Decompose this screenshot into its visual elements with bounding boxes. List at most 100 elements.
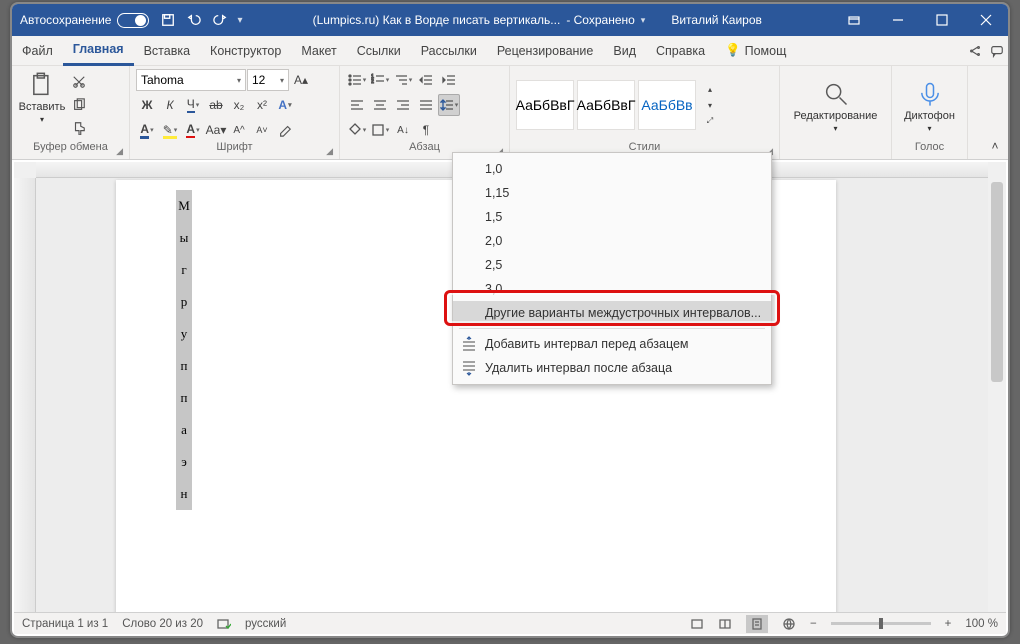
styles-down-icon[interactable]: ▾ [699, 97, 721, 113]
tab-references[interactable]: Ссылки [347, 36, 411, 66]
shrink-font-icon[interactable]: A˅ [251, 119, 273, 141]
numbering-icon[interactable]: 12 [369, 69, 391, 91]
style-normal[interactable]: АаБбВвГ [516, 80, 574, 130]
copy-icon[interactable] [68, 94, 90, 116]
ls-option-more[interactable]: Другие варианты междустрочных интервалов… [453, 301, 771, 325]
highlight-icon[interactable]: ✎ [159, 119, 181, 141]
collapse-ribbon-icon[interactable]: ˄ [984, 135, 1006, 157]
font-fill-icon[interactable]: A [182, 119, 204, 141]
format-painter-icon[interactable] [68, 117, 90, 139]
tab-layout[interactable]: Макет [291, 36, 346, 66]
clipboard-launcher-icon[interactable]: ◢ [116, 146, 123, 157]
multilevel-icon[interactable] [392, 69, 414, 91]
title-dropdown-icon[interactable]: ▾ [641, 15, 646, 26]
zoom-slider[interactable] [831, 622, 931, 625]
tab-insert[interactable]: Вставка [134, 36, 200, 66]
maximize-button[interactable] [920, 4, 964, 36]
cut-icon[interactable] [68, 71, 90, 93]
read-mode-icon[interactable] [718, 617, 732, 631]
qat-overflow-icon[interactable]: ▾ [237, 15, 242, 26]
language-indicator[interactable]: русский [245, 618, 286, 630]
page-indicator[interactable]: Страница 1 из 1 [22, 618, 108, 630]
ls-option-1_15[interactable]: 1,15 [453, 181, 771, 205]
zoom-out-button[interactable]: − [810, 618, 817, 630]
close-button[interactable] [964, 4, 1008, 36]
styles-more-icon[interactable]: ⤢ [699, 113, 721, 129]
spellcheck-icon[interactable] [217, 617, 231, 631]
tab-view[interactable]: Вид [603, 36, 646, 66]
increase-font-icon[interactable]: A▴ [290, 69, 312, 91]
ls-option-2_5[interactable]: 2,5 [453, 253, 771, 277]
change-case-icon[interactable]: Aa▾ [205, 119, 227, 141]
strike-button[interactable]: ab [205, 94, 227, 116]
font-family-select[interactable]: Tahoma▾ [136, 69, 246, 91]
print-layout-icon[interactable] [746, 615, 768, 633]
justify-icon[interactable] [415, 94, 437, 116]
bold-button[interactable]: Ж [136, 94, 158, 116]
word-count[interactable]: Слово 20 из 20 [122, 618, 203, 630]
font-size-select[interactable]: 12▾ [247, 69, 289, 91]
minimize-button[interactable] [876, 4, 920, 36]
vertical-scrollbar[interactable] [988, 178, 1006, 612]
share-icon[interactable] [964, 40, 986, 62]
style-heading[interactable]: АаБбВв [638, 80, 696, 130]
find-button[interactable]: Редактирование ▾ [786, 78, 886, 133]
sort-icon[interactable]: A↓ [392, 119, 414, 141]
grow-font-icon[interactable]: A^ [228, 119, 250, 141]
italic-button[interactable]: К [159, 94, 181, 116]
clear-format-icon[interactable] [274, 119, 296, 141]
align-left-icon[interactable] [346, 94, 368, 116]
superscript-button[interactable]: x² [251, 94, 273, 116]
scroll-thumb[interactable] [991, 182, 1003, 382]
undo-icon[interactable] [181, 4, 207, 36]
tab-help[interactable]: Справка [646, 36, 715, 66]
ls-add-before[interactable]: Добавить интервал перед абзацем [453, 332, 771, 356]
redo-icon[interactable] [207, 4, 233, 36]
svg-text:2: 2 [371, 79, 374, 85]
tab-mailings[interactable]: Рассылки [411, 36, 487, 66]
show-marks-icon[interactable]: ¶ [415, 119, 437, 141]
zoom-in-button[interactable]: + [945, 618, 952, 630]
tab-home[interactable]: Главная [63, 36, 134, 66]
styles-up-icon[interactable]: ▴ [699, 81, 721, 97]
align-right-icon[interactable] [392, 94, 414, 116]
align-center-icon[interactable] [369, 94, 391, 116]
tab-review[interactable]: Рецензирование [487, 36, 604, 66]
ls-remove-after[interactable]: Удалить интервал после абзаца [453, 356, 771, 380]
tab-file[interactable]: Файл [12, 36, 63, 66]
tell-me[interactable]: 💡Помощ [715, 36, 796, 66]
font-launcher-icon[interactable]: ◢ [326, 146, 333, 157]
subscript-button[interactable]: x₂ [228, 94, 250, 116]
underline-button[interactable]: Ч [182, 94, 204, 116]
ribbon-display-icon[interactable] [832, 4, 876, 36]
tab-design[interactable]: Конструктор [200, 36, 291, 66]
zoom-level[interactable]: 100 % [965, 618, 998, 630]
text-effects-icon[interactable]: A [274, 94, 296, 116]
focus-mode-icon[interactable] [690, 617, 704, 631]
dictate-button[interactable]: Диктофон ▾ [906, 78, 954, 133]
comments-icon[interactable] [986, 40, 1008, 62]
autosave-label: Автосохранение [20, 13, 111, 27]
remove-space-after-icon [461, 360, 477, 376]
font-color-icon[interactable]: A [136, 119, 158, 141]
paste-button[interactable]: Вставить ▾ [18, 69, 66, 124]
shading-icon[interactable] [346, 119, 368, 141]
vertical-ruler[interactable] [14, 178, 36, 612]
bullets-icon[interactable] [346, 69, 368, 91]
ls-option-2_0[interactable]: 2,0 [453, 229, 771, 253]
increase-indent-icon[interactable] [438, 69, 460, 91]
line-spacing-button[interactable] [438, 94, 460, 116]
web-layout-icon[interactable] [782, 617, 796, 631]
char: п [176, 350, 192, 382]
save-icon[interactable] [155, 4, 181, 36]
char: п [176, 382, 192, 414]
style-nospacing[interactable]: АаБбВвГ [577, 80, 635, 130]
group-editing: Редактирование ▾ [780, 66, 892, 159]
document-text[interactable]: Мы группа эн [176, 190, 192, 510]
ls-option-1_0[interactable]: 1,0 [453, 157, 771, 181]
decrease-indent-icon[interactable] [415, 69, 437, 91]
borders-icon[interactable] [369, 119, 391, 141]
ls-option-3_0[interactable]: 3,0 [453, 277, 771, 301]
autosave-toggle[interactable] [117, 13, 149, 28]
ls-option-1_5[interactable]: 1,5 [453, 205, 771, 229]
